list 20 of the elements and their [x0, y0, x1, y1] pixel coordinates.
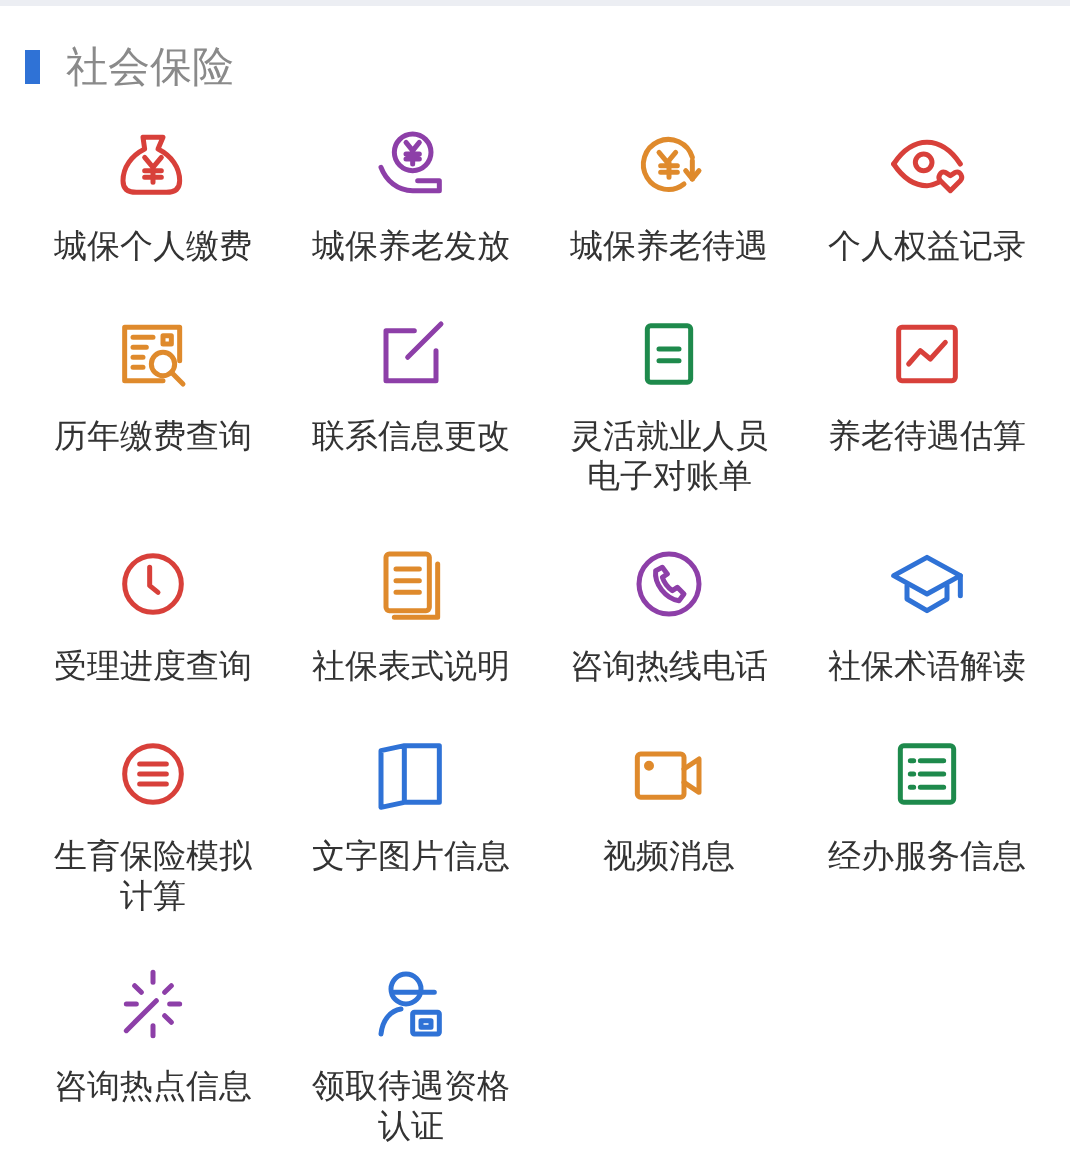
- section-marker: [25, 50, 40, 84]
- service-label[interactable]: 受理进度查询: [54, 646, 252, 686]
- service-label[interactable]: 养老待遇估算: [828, 416, 1026, 456]
- service-label[interactable]: 经办服务信息: [828, 836, 1026, 876]
- service-label[interactable]: 城保个人缴费: [54, 226, 252, 266]
- service-label[interactable]: 领取待遇资格认证: [300, 1066, 522, 1146]
- service-label[interactable]: 历年缴费查询: [54, 416, 252, 456]
- service-label[interactable]: 社保表式说明: [312, 646, 510, 686]
- service-label[interactable]: 生育保险模拟计算: [42, 836, 264, 916]
- service-label[interactable]: 灵活就业人员电子对账单: [558, 416, 780, 496]
- section-title: 社会保险: [66, 46, 234, 88]
- service-label[interactable]: 视频消息: [603, 836, 735, 876]
- service-label[interactable]: 社保术语解读: [828, 646, 1026, 686]
- service-label[interactable]: 咨询热线电话: [570, 646, 768, 686]
- service-label[interactable]: 联系信息更改: [312, 416, 510, 456]
- service-label[interactable]: 文字图片信息: [312, 836, 510, 876]
- service-label[interactable]: 城保养老发放: [312, 226, 510, 266]
- service-label[interactable]: 城保养老待遇: [570, 226, 768, 266]
- service-label[interactable]: 个人权益记录: [828, 226, 1026, 266]
- service-label[interactable]: 咨询热点信息: [54, 1066, 252, 1106]
